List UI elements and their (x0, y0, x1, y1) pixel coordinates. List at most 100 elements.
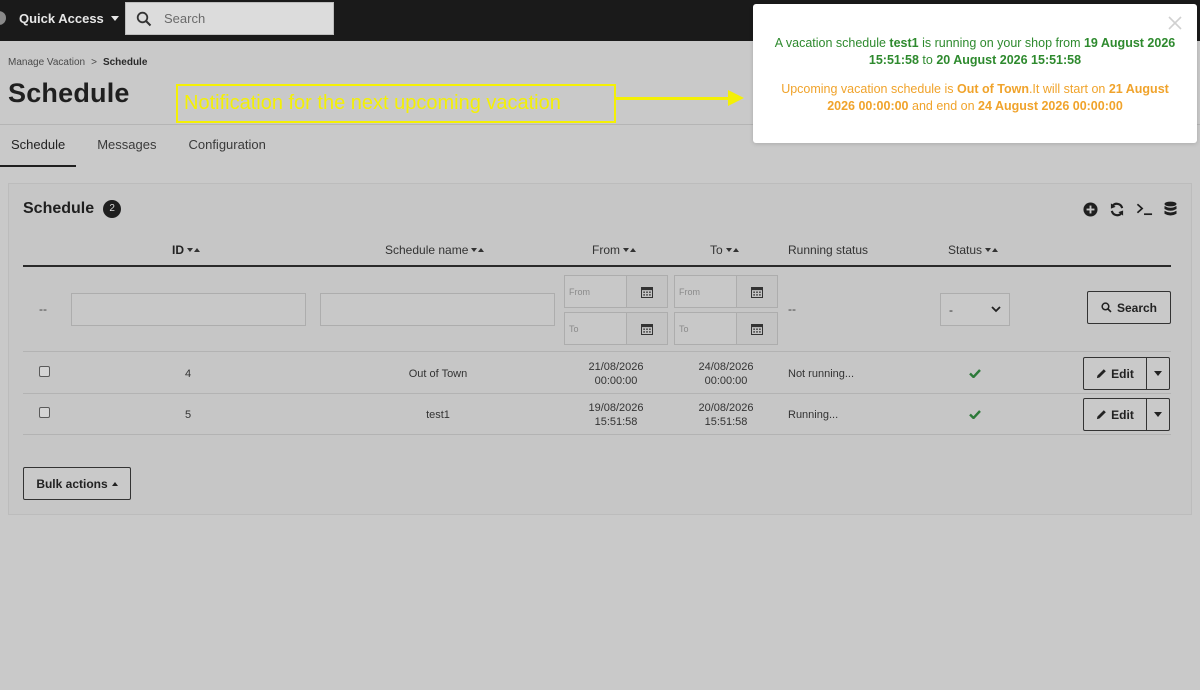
sort-icon[interactable] (187, 248, 200, 252)
calendar-icon[interactable] (627, 275, 668, 308)
filter-status-value: - (949, 302, 953, 317)
col-schedule-name[interactable]: Schedule name (385, 243, 485, 257)
global-search[interactable] (125, 2, 334, 35)
filter-row: -- -- - (23, 268, 1171, 352)
search-button[interactable]: Search (1087, 291, 1171, 324)
edit-button-label: Edit (1111, 366, 1134, 381)
caret-up-icon (111, 481, 118, 486)
breadcrumb-current: Schedule (102, 57, 148, 68)
row-actions-dropdown[interactable] (1147, 357, 1170, 390)
schedule-panel: Schedule 2 ID Schedule name From To Runn… (8, 183, 1192, 515)
filter-id-input[interactable] (71, 293, 306, 326)
msg-text: to (918, 53, 937, 67)
terminal-icon[interactable] (1136, 202, 1153, 216)
col-running-status: Running status (788, 243, 868, 257)
msg-text: Upcoming vacation schedule is (781, 82, 957, 96)
pencil-icon (1097, 369, 1106, 379)
bulk-actions-label: Bulk actions (36, 476, 108, 491)
row-to-time: 00:00:00 (704, 374, 748, 387)
edit-button-label: Edit (1111, 407, 1134, 422)
bulk-actions-button[interactable]: Bulk actions (23, 467, 131, 500)
row-name: Out of Town (408, 367, 468, 380)
filter-checkbox-placeholder: -- (39, 302, 47, 316)
msg-schedule-name: test1 (889, 36, 919, 50)
msg-text: is running on your shop from (918, 36, 1084, 50)
col-id-label: ID (172, 243, 184, 257)
msg-schedule-name: Out of Town (956, 82, 1029, 96)
count-badge: 2 (103, 200, 122, 218)
row-running-status: Running... (788, 408, 839, 421)
msg-text: .It will start on (1028, 82, 1109, 96)
breadcrumb-parent[interactable]: Manage Vacation (8, 57, 85, 68)
filter-to-end (674, 312, 778, 345)
annotation-arrow-icon (728, 90, 744, 106)
row-name: test1 (426, 408, 450, 421)
edit-button[interactable]: Edit (1083, 398, 1147, 431)
table-row: 5 test1 19/08/2026 15:51:58 20/08/2026 1… (23, 394, 1171, 435)
col-running-label: Running status (788, 243, 869, 257)
msg-text: and end on (908, 99, 979, 113)
filter-running-placeholder: -- (788, 302, 796, 316)
vacation-notification: A vacation schedule test1 is running on … (753, 4, 1197, 143)
global-search-input[interactable] (164, 11, 314, 26)
current-vacation-message: A vacation schedule test1 is running on … (767, 35, 1183, 69)
caret-down-icon (1154, 371, 1162, 376)
tab-schedule[interactable]: Schedule (0, 126, 77, 167)
filter-name-input[interactable] (320, 293, 555, 326)
status-check-icon[interactable] (958, 394, 992, 435)
calendar-icon[interactable] (737, 275, 778, 308)
page-title: Schedule (8, 78, 130, 108)
caret-down-icon (1154, 412, 1162, 417)
filter-status-select[interactable]: - (940, 293, 1010, 326)
quick-access-label: Quick Access (19, 11, 104, 26)
upcoming-vacation-message: Upcoming vacation schedule is Out of Tow… (767, 81, 1183, 115)
calendar-icon[interactable] (627, 312, 668, 345)
row-from-time: 00:00:00 (594, 374, 638, 387)
edit-button[interactable]: Edit (1083, 357, 1147, 390)
row-actions-dropdown[interactable] (1147, 398, 1170, 431)
col-from[interactable]: From (592, 243, 636, 257)
col-status-label: Status (948, 243, 983, 257)
annotation-label: Notification for the next upcoming vacat… (176, 84, 616, 123)
pencil-icon (1097, 410, 1106, 420)
tab-bar: Schedule Messages Configuration (0, 126, 287, 167)
row-checkbox[interactable] (39, 407, 50, 418)
refresh-icon[interactable] (1109, 202, 1125, 217)
row-to: 24/08/2026 00:00:00 (675, 353, 777, 394)
tab-configuration[interactable]: Configuration (177, 126, 276, 167)
filter-to-end-input[interactable] (674, 312, 737, 345)
tab-messages[interactable]: Messages (86, 126, 167, 167)
add-icon[interactable] (1083, 201, 1098, 217)
filter-from-start-input[interactable] (564, 275, 627, 308)
col-status[interactable]: Status (948, 243, 999, 257)
table-row: 4 Out of Town 21/08/2026 00:00:00 24/08/… (23, 353, 1171, 394)
filter-from-end-input[interactable] (564, 312, 627, 345)
sort-icon[interactable] (725, 248, 739, 252)
col-to[interactable]: To (710, 243, 739, 257)
col-id[interactable]: ID (172, 243, 200, 257)
breadcrumb: Manage Vacation > Schedule (8, 57, 147, 68)
row-from-date: 19/08/2026 (588, 401, 644, 414)
quick-access-menu[interactable]: Quick Access (19, 11, 119, 26)
database-icon[interactable] (1164, 201, 1177, 217)
sort-icon[interactable] (623, 248, 636, 252)
status-check-icon[interactable] (958, 353, 992, 394)
search-button-label: Search (1116, 300, 1158, 315)
filter-to-start-input[interactable] (674, 275, 737, 308)
row-id: 4 (184, 367, 192, 380)
table-header: ID Schedule name From To Running status … (23, 235, 1171, 267)
row-id: 5 (184, 408, 192, 421)
chevron-down-icon (991, 306, 1001, 313)
row-checkbox[interactable] (39, 366, 50, 377)
sort-icon[interactable] (985, 248, 999, 252)
row-to-date: 20/08/2026 (698, 401, 754, 414)
row-from: 19/08/2026 15:51:58 (565, 394, 667, 435)
row-to: 20/08/2026 15:51:58 (675, 394, 777, 435)
sort-icon[interactable] (471, 248, 485, 252)
row-to-time: 15:51:58 (704, 415, 748, 428)
msg-text: A vacation schedule (774, 36, 890, 50)
calendar-icon[interactable] (737, 312, 778, 345)
logo-icon[interactable] (0, 11, 6, 25)
close-icon[interactable] (1167, 15, 1183, 31)
search-icon (1101, 302, 1112, 313)
